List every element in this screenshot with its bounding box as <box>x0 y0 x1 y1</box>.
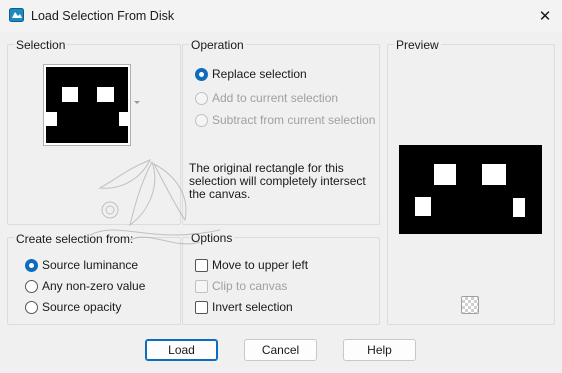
transparency-checker-icon[interactable] <box>461 296 479 314</box>
close-button[interactable]: ✕ <box>528 2 562 30</box>
selection-group-title: Selection <box>14 38 68 52</box>
close-icon: ✕ <box>538 8 552 25</box>
checkbox-box <box>195 258 208 272</box>
any-nonzero-radio[interactable]: Any non-zero value <box>25 279 145 293</box>
radio-indicator <box>25 279 38 293</box>
selection-thumbnail[interactable] <box>43 64 131 146</box>
invert-selection-checkbox[interactable]: Invert selection <box>195 300 293 314</box>
subtract-from-selection-label: Subtract from current selection <box>212 113 376 127</box>
move-to-upper-left-checkbox[interactable]: Move to upper left <box>195 258 308 272</box>
load-button[interactable]: Load <box>145 339 218 361</box>
preview-canvas <box>399 145 542 234</box>
cancel-button[interactable]: Cancel <box>244 339 317 361</box>
preview-group-title: Preview <box>394 38 441 52</box>
move-to-upper-left-label: Move to upper left <box>212 258 309 272</box>
replace-selection-radio[interactable]: Replace selection <box>195 67 307 81</box>
invert-selection-label: Invert selection <box>212 300 293 314</box>
chevron-down-icon[interactable] <box>134 101 140 104</box>
radio-indicator <box>25 258 38 272</box>
add-to-selection-radio: Add to current selection <box>195 91 338 105</box>
app-icon <box>9 8 24 22</box>
any-nonzero-label: Any non-zero value <box>42 279 146 293</box>
replace-selection-label: Replace selection <box>212 67 307 81</box>
operation-group-title: Operation <box>189 38 246 52</box>
radio-indicator <box>195 113 208 127</box>
window-title: Load Selection From Disk <box>31 9 175 23</box>
radio-indicator <box>25 300 38 314</box>
source-opacity-radio[interactable]: Source opacity <box>25 300 121 314</box>
watermark-decoration <box>89 159 221 245</box>
radio-indicator <box>195 91 208 105</box>
radio-indicator <box>195 67 208 81</box>
clip-to-canvas-checkbox: Clip to canvas <box>195 279 287 293</box>
source-luminance-radio[interactable]: Source luminance <box>25 258 138 272</box>
source-opacity-label: Source opacity <box>42 300 122 314</box>
title-bar: Load Selection From Disk ✕ <box>0 0 562 32</box>
source-luminance-label: Source luminance <box>42 258 139 272</box>
clip-to-canvas-label: Clip to canvas <box>212 279 288 293</box>
subtract-from-selection-radio: Subtract from current selection <box>195 113 375 127</box>
help-button[interactable]: Help <box>343 339 416 361</box>
checkbox-box <box>195 279 208 293</box>
add-to-selection-label: Add to current selection <box>212 91 339 105</box>
checkbox-box <box>195 300 208 314</box>
